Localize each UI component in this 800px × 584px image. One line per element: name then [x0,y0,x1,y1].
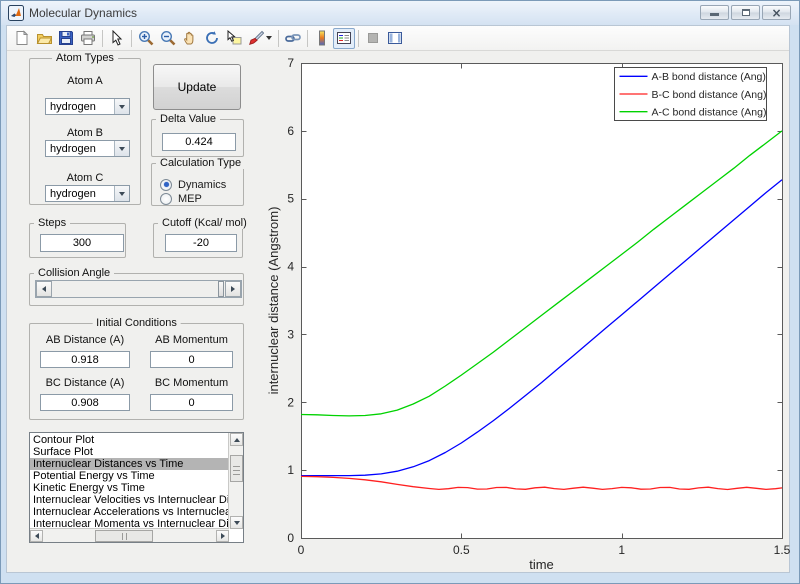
cutoff-legend: Cutoff (Kcal/ mol) [158,217,251,229]
arrow-right-icon [220,533,225,539]
legend-entry-label: B-C bond distance (Ang) [652,89,767,101]
dynamics-radio-label: Dynamics [178,178,227,191]
listbox-items: Contour Plot Surface Plot Internuclear Dis… [30,434,228,529]
legend-entry-label: A-B bond distance (Ang) [652,71,766,83]
delta-value-legend: Delta Value [156,113,221,125]
atom-c-value: hydrogen [50,188,96,200]
horizontal-scrollbar[interactable] [30,528,229,542]
calculation-type-legend: Calculation Type [156,157,246,169]
y-tick-label: 7 [287,56,294,70]
x-tick-label: 0.5 [453,543,470,557]
y-tick-label: 2 [287,395,294,409]
bc-distance-field[interactable] [40,394,130,411]
radio-unselected-icon [160,192,172,205]
scroll-up-button[interactable] [230,433,243,446]
arrow-up-icon [233,437,240,442]
arrow-down-icon [233,520,240,525]
scroll-down-button[interactable] [230,516,243,529]
series-line-2 [300,130,783,417]
list-item[interactable]: Potential Energy vs Time [30,470,228,482]
steps-group: Steps [29,217,126,258]
update-button[interactable]: Update [153,64,241,110]
bc-momentum-field[interactable] [150,394,233,411]
y-tick-label: 4 [287,260,294,274]
delta-value-field[interactable] [162,133,236,151]
list-item[interactable]: Kinetic Energy vs Time [30,482,228,494]
slider-left-arrow-button[interactable] [36,281,52,297]
plot-area [301,63,783,539]
list-item[interactable]: Surface Plot [30,446,228,458]
content-layer: 0 1 2 3 4 5 6 7 0 0.5 1 1.5 time internuclear distanc… [1,1,799,583]
legend-box[interactable] [614,67,767,121]
dynamics-radio[interactable]: Dynamics [160,178,226,191]
list-item[interactable]: Internuclear Accelerations vs Internucle… [30,506,228,518]
ab-momentum-field[interactable] [150,351,233,368]
ab-distance-field[interactable] [40,351,130,368]
atom-b-value: hydrogen [50,143,96,155]
mep-radio-label: MEP [178,192,202,205]
initial-conditions-group: Initial Conditions AB Distance (A) AB Mo… [29,317,244,420]
atom-b-label: Atom B [66,127,104,139]
calculation-type-group: Calculation Type Dynamics MEP [151,157,246,206]
atom-a-select[interactable]: hydrogen [45,98,130,115]
collision-angle-legend: Collision Angle [34,267,115,279]
scroll-left-button[interactable] [30,530,43,542]
x-tick-label: 1 [618,543,625,557]
atom-types-legend: Atom Types [52,52,118,64]
y-tick-label: 1 [287,463,294,477]
chevron-down-icon [119,104,125,109]
atom-c-dropdown-button[interactable] [114,186,129,201]
scroll-right-button[interactable] [216,530,229,542]
y-axis-label: internuclear distance (Angstrom) [266,207,281,395]
chevron-down-icon [119,146,125,151]
y-tick-label: 6 [287,124,294,138]
slider-thumb[interactable] [218,281,224,297]
horizontal-scrollbar-thumb[interactable] [95,530,153,542]
radio-selected-icon [160,178,172,191]
chevron-down-icon [119,191,125,196]
x-axis-label: time [529,557,554,572]
bc-momentum-label: BC Momentum [154,377,229,389]
ab-distance-label: AB Distance (A) [45,334,125,346]
initial-conditions-legend: Initial Conditions [92,317,181,329]
vertical-scrollbar-thumb[interactable] [230,455,243,482]
atom-c-label: Atom C [66,172,104,184]
atom-types-group: Atom Types Atom A hydrogen Atom B hydrog… [29,52,141,205]
list-item[interactable]: Contour Plot [30,434,228,446]
arrow-left-icon [42,286,46,292]
bc-distance-label: BC Distance (A) [45,377,125,389]
atom-a-dropdown-button[interactable] [114,99,129,114]
vertical-scrollbar[interactable] [228,433,243,529]
y-tick-label: 3 [287,327,294,341]
atom-b-dropdown-button[interactable] [114,141,129,156]
x-tick-label: 0 [298,543,305,557]
list-item[interactable]: Internuclear Distances vs Time [30,458,228,470]
list-item[interactable]: Internuclear Velocities vs Internuclear … [30,494,228,506]
slider-right-arrow-button[interactable] [225,281,241,297]
ab-momentum-label: AB Momentum [155,334,228,346]
cutoff-field[interactable] [165,234,237,252]
plot-type-listbox[interactable]: Contour Plot Surface Plot Internuclear Dis… [29,432,244,543]
arrow-left-icon [34,533,39,539]
atom-b-select[interactable]: hydrogen [45,140,130,157]
x-tick-label: 1.5 [774,543,791,557]
delta-value-group: Delta Value [151,113,244,157]
y-tick-label: 5 [287,192,294,206]
atom-c-select[interactable]: hydrogen [45,185,130,202]
series-line-0 [301,179,783,477]
steps-field[interactable] [40,234,124,252]
arrow-right-icon [231,286,235,292]
mep-radio[interactable]: MEP [160,192,202,205]
y-tick-label: 0 [287,531,294,545]
application-window: Molecular Dynamics × 0 1 2 3 4 5 6 7 0 0.5 1 1.5 tim… [0,0,800,584]
legend-entry-label: A-C bond distance (Ang) [652,106,767,118]
cutoff-group: Cutoff (Kcal/ mol) [153,217,251,258]
steps-legend: Steps [34,217,71,229]
atom-a-value: hydrogen [50,101,96,113]
series-line-1 [300,475,783,491]
atom-a-label: Atom A [67,75,103,87]
collision-angle-slider[interactable] [35,280,242,298]
